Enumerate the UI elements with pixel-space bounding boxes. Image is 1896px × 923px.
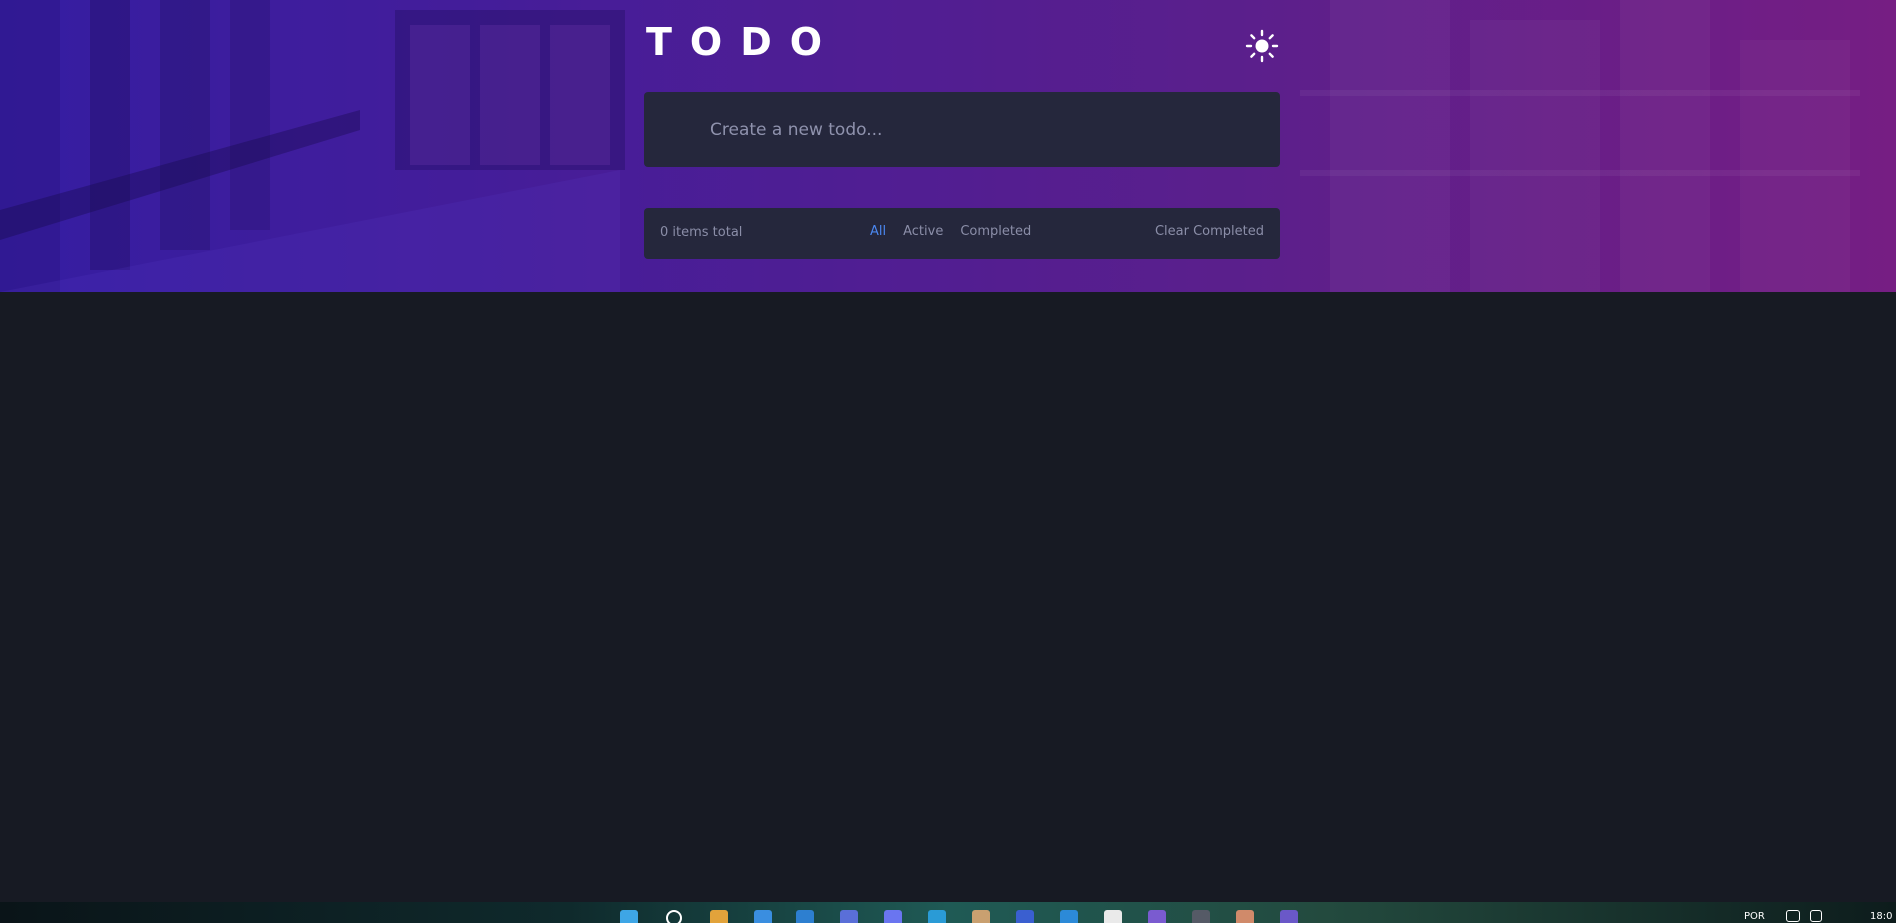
os-taskbar: POR 18:0 (0, 902, 1896, 923)
sun-icon (1245, 29, 1279, 63)
app-icon[interactable] (840, 910, 858, 923)
volume-icon[interactable] (1810, 910, 1822, 922)
app-icon[interactable] (1016, 910, 1034, 923)
wifi-icon[interactable] (1786, 910, 1800, 922)
todo-footer: 0 items total All Active Completed Clear… (644, 208, 1280, 259)
filter-all[interactable]: All (870, 224, 886, 239)
discord-icon[interactable] (884, 910, 902, 923)
vscode-icon[interactable] (1060, 910, 1078, 923)
app-icon[interactable] (972, 910, 990, 923)
language-indicator[interactable]: POR (1744, 911, 1765, 922)
start-icon[interactable] (620, 910, 638, 923)
file-explorer-icon[interactable] (710, 910, 728, 923)
filter-active[interactable]: Active (903, 224, 943, 239)
new-todo-card (644, 92, 1280, 167)
app-title: TODO (646, 20, 841, 64)
title-row: TODO (644, 0, 1280, 92)
filter-completed[interactable]: Completed (960, 224, 1031, 239)
app-icon[interactable] (1104, 910, 1122, 923)
app-icon[interactable] (1192, 910, 1210, 923)
search-icon[interactable] (666, 910, 682, 923)
app-icon[interactable] (1236, 910, 1254, 923)
clear-completed-button[interactable]: Clear Completed (1155, 224, 1264, 239)
clock[interactable]: 18:0 (1870, 911, 1892, 922)
todo-app: TODO 0 items total All (644, 0, 1280, 259)
app-icon[interactable] (1148, 910, 1166, 923)
filter-group: All Active Completed (870, 224, 1031, 239)
app-icon[interactable] (796, 910, 814, 923)
theme-toggle-button[interactable] (1244, 28, 1280, 64)
items-count: 0 items total (660, 225, 743, 240)
store-icon[interactable] (754, 910, 772, 923)
new-todo-input[interactable] (708, 110, 1252, 150)
teams-icon[interactable] (1280, 910, 1298, 923)
edge-icon[interactable] (928, 910, 946, 923)
